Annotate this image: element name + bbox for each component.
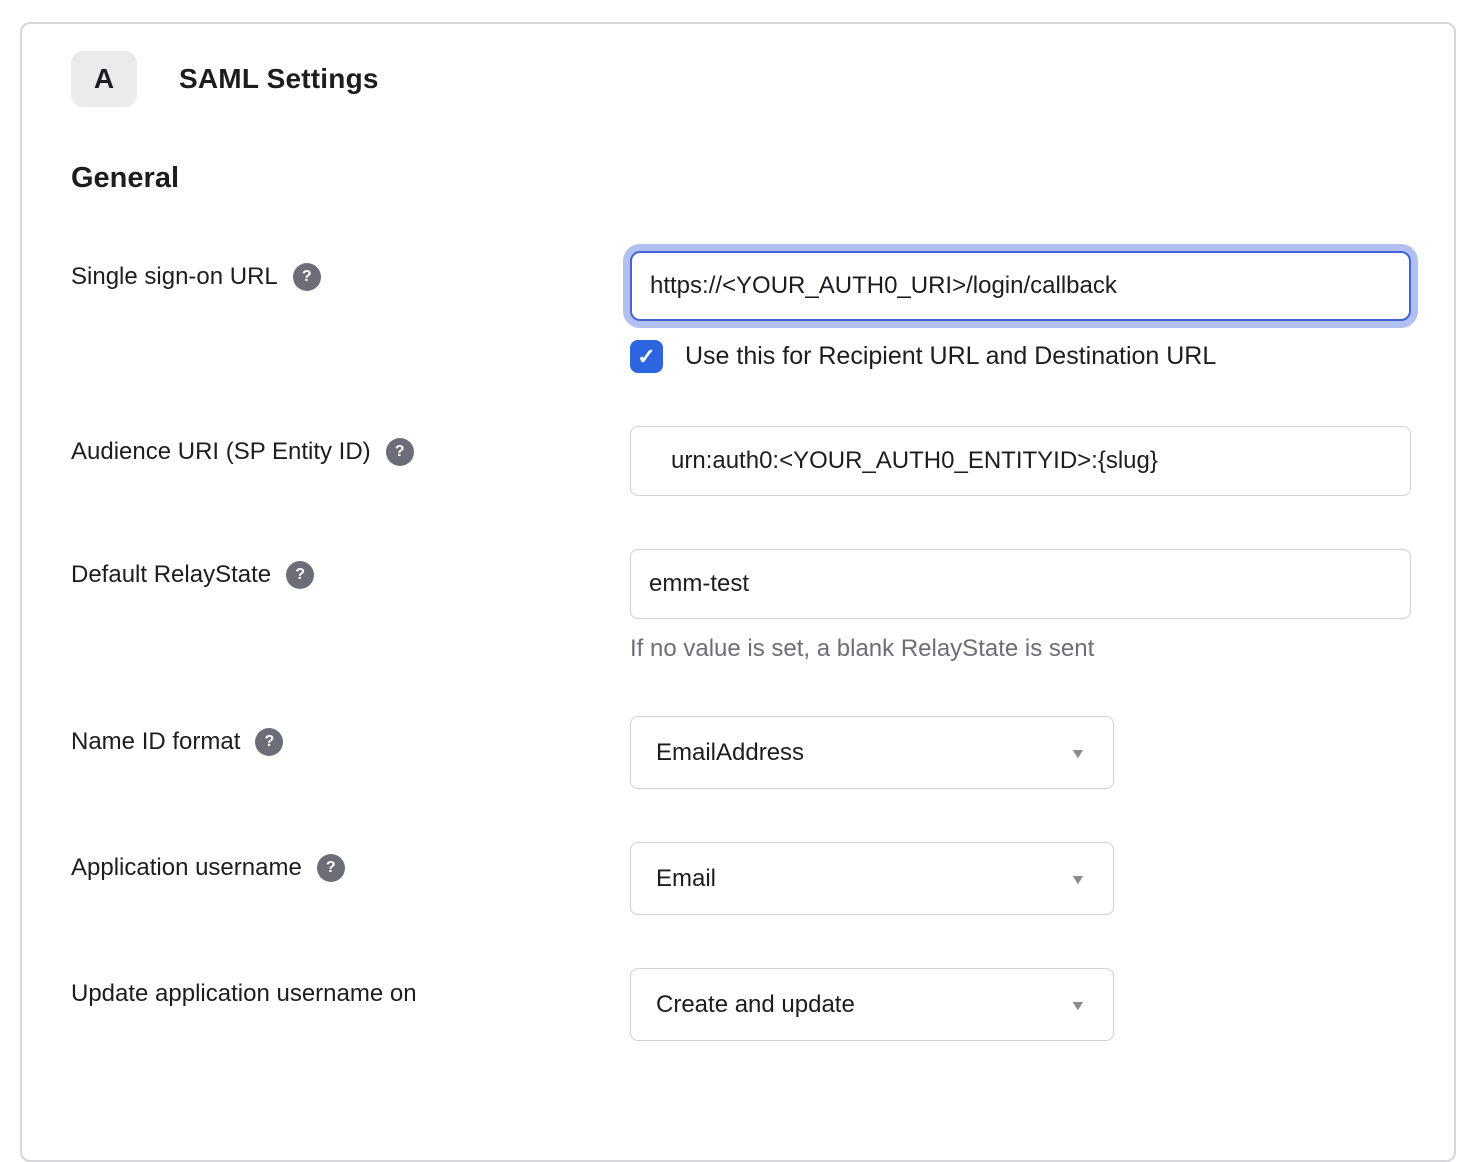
chevron-down-icon: ▼ [1069,997,1086,1013]
audience-uri-label: Audience URI (SP Entity ID) [71,438,371,467]
chevron-down-icon: ▼ [1069,871,1086,887]
help-icon[interactable]: ? [286,561,314,589]
section-title-general: General [71,162,1426,195]
application-username-select[interactable]: Email ▼ [630,842,1114,915]
update-application-username-on-label: Update application username on [71,980,417,1009]
help-icon[interactable]: ? [317,854,345,882]
default-relaystate-label: Default RelayState [71,561,271,590]
name-id-format-select[interactable]: EmailAddress ▼ [630,716,1114,789]
panel-title: SAML Settings [179,63,379,95]
help-icon[interactable]: ? [255,728,283,756]
saml-settings-panel: A SAML Settings General Single sign-on U… [20,22,1456,1162]
recipient-url-checkbox[interactable]: ✓ [630,340,663,373]
name-id-format-value: EmailAddress [656,739,804,767]
default-relaystate-input[interactable] [630,549,1411,619]
help-icon[interactable]: ? [386,438,414,466]
update-application-username-on-value: Create and update [656,991,855,1019]
row-name-id-format: Name ID format ? EmailAddress ▼ [71,716,1426,789]
audience-uri-input[interactable] [630,426,1411,496]
single-sign-on-url-label: Single sign-on URL [71,263,278,292]
panel-header: A SAML Settings [71,50,1426,108]
single-sign-on-url-input[interactable] [630,251,1411,321]
row-single-sign-on-url: Single sign-on URL ? ✓ Use this for Reci… [71,251,1426,373]
checkmark-icon: ✓ [637,344,655,370]
row-default-relaystate: Default RelayState ? If no value is set,… [71,549,1426,663]
update-application-username-on-select[interactable]: Create and update ▼ [630,968,1114,1041]
step-badge: A [71,51,137,107]
name-id-format-label: Name ID format [71,728,240,757]
application-username-label: Application username [71,854,302,883]
row-update-application-username-on: Update application username on Create an… [71,968,1426,1041]
chevron-down-icon: ▼ [1069,745,1086,761]
application-username-value: Email [656,865,716,893]
help-icon[interactable]: ? [293,263,321,291]
recipient-url-checkbox-label: Use this for Recipient URL and Destinati… [685,342,1216,371]
row-application-username: Application username ? Email ▼ [71,842,1426,915]
row-audience-uri: Audience URI (SP Entity ID) ? [71,426,1426,496]
relaystate-helper-text: If no value is set, a blank RelayState i… [630,635,1426,663]
